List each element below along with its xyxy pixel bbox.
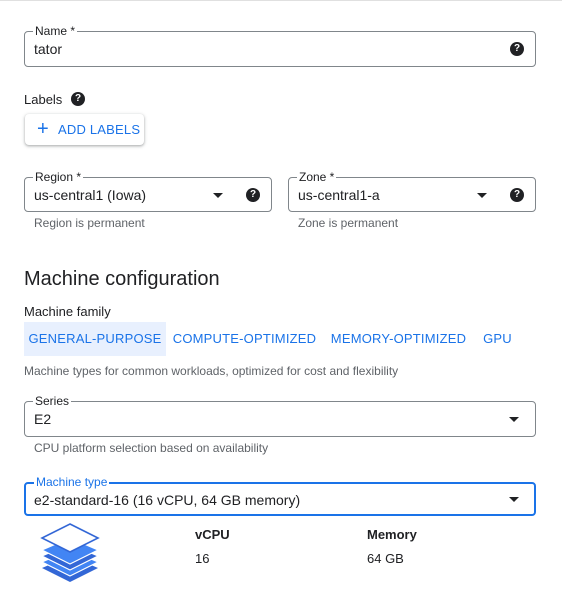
name-field[interactable]: Name * tator ?	[24, 23, 536, 67]
vcpu-value: 16	[195, 551, 210, 566]
machine-configuration-heading: Machine configuration	[24, 268, 220, 290]
tab-gpu[interactable]: GPU	[479, 322, 516, 356]
labels-title: Labels	[24, 92, 63, 107]
series-select[interactable]: Series E2	[24, 393, 536, 437]
chevron-down-icon[interactable]	[213, 193, 223, 198]
chevron-down-icon[interactable]	[477, 193, 487, 198]
memory-value: 64 GB	[367, 551, 404, 566]
tab-compute-optimized[interactable]: COMPUTE-OPTIMIZED	[170, 322, 319, 356]
region-select[interactable]: Region * us-central1 (Iowa) ?	[24, 169, 272, 212]
memory-label: Memory	[367, 527, 417, 542]
add-labels-button[interactable]: + ADD LABELS	[25, 114, 144, 145]
add-labels-button-label: ADD LABELS	[58, 122, 141, 137]
series-hint: CPU platform selection based on availabi…	[34, 441, 269, 455]
stacked-layers-icon	[40, 523, 100, 582]
plus-icon: +	[37, 118, 49, 140]
labels-help-circle-icon[interactable]: ?	[71, 92, 85, 106]
chevron-down-icon[interactable]	[509, 417, 519, 422]
top-divider	[0, 0, 562, 1]
machine-type-select[interactable]: Machine type e2-standard-16 (16 vCPU, 64…	[24, 474, 536, 516]
zone-select[interactable]: Zone * us-central1-a ?	[288, 169, 536, 212]
machine-family-description: Machine types for common workloads, opti…	[24, 364, 399, 378]
zone-value: us-central1-a	[298, 187, 380, 203]
zone-hint: Zone is permanent	[298, 216, 399, 230]
zone-help-circle-icon[interactable]: ?	[510, 188, 524, 202]
tab-general-purpose[interactable]: GENERAL-PURPOSE	[24, 322, 166, 356]
machine-type-value: e2-standard-16 (16 vCPU, 64 GB memory)	[34, 492, 301, 508]
series-value: E2	[34, 411, 52, 427]
vcpu-label: vCPU	[195, 527, 230, 542]
name-field-value[interactable]: tator	[34, 32, 62, 66]
region-hint: Region is permanent	[34, 216, 145, 230]
region-value: us-central1 (Iowa)	[34, 187, 147, 203]
machine-family-label: Machine family	[24, 304, 111, 319]
tab-memory-optimized[interactable]: MEMORY-OPTIMIZED	[328, 322, 469, 356]
region-help-circle-icon[interactable]: ?	[246, 188, 260, 202]
help-circle-icon[interactable]: ?	[510, 42, 524, 56]
chevron-down-icon[interactable]	[509, 497, 519, 502]
